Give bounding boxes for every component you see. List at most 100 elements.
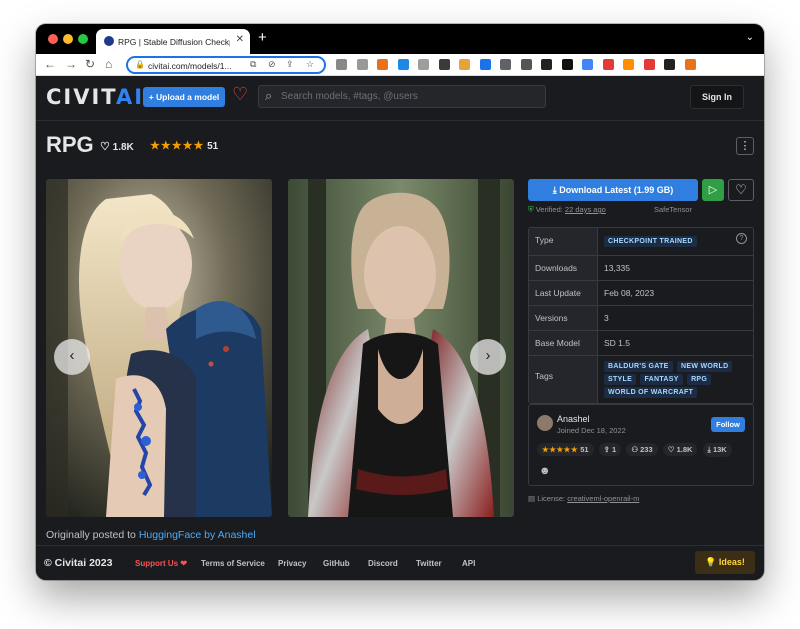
maximize-window-button[interactable]	[78, 34, 88, 44]
creator-stats: ★★★★★ 51 ⇪ 1 ⚇ 233 ♡ 1.8K ⤓ 13K	[537, 443, 735, 457]
footer-privacy-link[interactable]: Privacy	[278, 559, 306, 568]
detail-key: Base Model	[529, 331, 598, 355]
browser-extension-icon[interactable]	[623, 59, 634, 70]
verified-status: ⛨ Verified: 22 days ago SafeTensor	[528, 205, 698, 215]
verified-check-icon: ⛨	[528, 205, 534, 214]
browser-extension-icon[interactable]	[336, 59, 347, 70]
browser-extension-icon[interactable]	[541, 59, 552, 70]
browser-extension-icon[interactable]	[561, 59, 573, 70]
carousel-prev-button[interactable]: ‹	[54, 339, 90, 375]
new-tab-button[interactable]: +	[258, 29, 267, 46]
browser-extension-icon[interactable]	[520, 59, 532, 70]
help-icon[interactable]: ?	[736, 233, 747, 244]
avatar[interactable]	[537, 415, 553, 431]
license-link[interactable]: creativeml-openrail-m	[567, 494, 639, 503]
minimize-window-button[interactable]	[63, 34, 73, 44]
logo-main-text: CIVIT	[46, 85, 116, 109]
detail-row-tags: Tags BALDUR'S GATE NEW WORLD STYLE FANTA…	[529, 356, 753, 403]
eye-slash-icon[interactable]: ⊘	[268, 59, 276, 70]
browser-extension-icon[interactable]	[356, 59, 368, 70]
footer-twitter-link[interactable]: Twitter	[416, 559, 442, 568]
creator-uploads: 1	[612, 445, 617, 454]
follow-button[interactable]: Follow	[711, 417, 745, 432]
footer-github-link[interactable]: GitHub	[323, 559, 350, 568]
download-icon: ⤓	[552, 185, 557, 195]
type-badge: CHECKPOINT TRAINED	[604, 236, 697, 247]
search-input[interactable]: ⌕ Search models, #tags, @users	[258, 85, 546, 108]
browser-extension-icon[interactable]	[602, 59, 614, 70]
download-label: Download Latest (1.99 GB)	[559, 185, 674, 195]
browser-extension-icon[interactable]	[438, 59, 450, 70]
forward-arrow-icon[interactable]: →	[65, 57, 77, 71]
tag-badge[interactable]: BALDUR'S GATE	[604, 361, 673, 372]
favorite-model-button[interactable]: ♡	[728, 179, 754, 201]
browser-extension-icon[interactable]	[459, 59, 470, 70]
browser-extension-icon[interactable]	[479, 59, 491, 70]
footer-discord-link[interactable]: Discord	[368, 559, 398, 568]
model-preview-image-2[interactable]: ›	[288, 179, 514, 517]
browser-extension-icon[interactable]	[664, 59, 675, 70]
browser-extension-icon[interactable]	[418, 59, 429, 70]
footer-terms-link[interactable]: Terms of Service	[201, 559, 265, 568]
footer-support-link[interactable]: Support Us ❤	[135, 559, 187, 568]
browser-extension-icon[interactable]	[500, 59, 511, 70]
browser-toolbar: ← → ↻ ⌂ 🔒 civitai.com/models/1... ⧉ ⊘ ⇪ …	[36, 54, 764, 76]
detail-value: SD 1.5	[604, 338, 630, 348]
home-icon[interactable]: ⌂	[105, 57, 112, 71]
civitai-logo[interactable]: CIVITAI	[46, 85, 144, 109]
site-header: CIVITAI + Upload a model ♡ ⌕ Search mode…	[36, 76, 764, 121]
detail-tags-cell: BALDUR'S GATE NEW WORLD STYLE FANTASY RP…	[598, 356, 753, 403]
share-icon[interactable]: ⇪	[286, 59, 294, 70]
originally-posted-text: Originally posted to HuggingFace by Anas…	[46, 529, 256, 541]
browser-extension-icon[interactable]	[643, 59, 655, 70]
tab-close-icon[interactable]: ✕	[236, 34, 244, 45]
browser-tab-active[interactable]: RPG | Stable Diffusion Checkpo ✕	[96, 29, 250, 54]
browser-extension-icon[interactable]	[582, 59, 593, 70]
footer-api-link[interactable]: API	[462, 559, 475, 568]
download-icon: ⤓	[707, 445, 711, 454]
detail-key: Last Update	[529, 281, 598, 305]
verified-time[interactable]: 22 days ago	[565, 205, 606, 214]
browser-extension-icon[interactable]	[684, 59, 696, 70]
reload-icon[interactable]: ↻	[85, 57, 95, 71]
tab-search-chevron-icon[interactable]: ⌄	[746, 32, 754, 43]
origin-link[interactable]: HuggingFace by Anashel	[139, 529, 256, 541]
model-likes[interactable]: ♡ 1.8K	[100, 140, 134, 153]
carousel-next-button[interactable]: ›	[470, 339, 506, 375]
logo-ai-text: AI	[116, 85, 145, 109]
back-arrow-icon[interactable]: ←	[44, 57, 56, 71]
search-icon: ⌕	[265, 88, 273, 103]
tag-badge[interactable]: WORLD OF WARCRAFT	[604, 387, 698, 398]
model-preview-image-1[interactable]: ‹	[46, 179, 272, 517]
bookmark-star-icon[interactable]: ☆	[306, 59, 314, 70]
browser-extension-icon[interactable]	[397, 59, 409, 70]
creator-followers: 233	[640, 445, 653, 454]
tab-title: RPG | Stable Diffusion Checkpo	[118, 37, 230, 47]
tag-badge[interactable]: RPG	[687, 374, 712, 385]
license-info: ▤ License: creativeml-openrail-m	[528, 494, 639, 503]
detail-key: Tags	[529, 356, 598, 403]
creator-joined: Joined Dec 18, 2022	[557, 426, 626, 435]
sign-in-button[interactable]: Sign In	[690, 85, 744, 109]
creator-downloads: 13K	[712, 445, 727, 454]
run-model-button[interactable]: ▷	[702, 179, 724, 201]
tag-badge[interactable]: FANTASY	[640, 374, 683, 385]
model-rating[interactable]: ★★★★★ 51	[150, 139, 218, 152]
upload-model-button[interactable]: + Upload a model	[143, 87, 225, 107]
detail-value: 3	[604, 313, 609, 323]
tag-badge[interactable]: STYLE	[604, 374, 637, 385]
creator-name[interactable]: Anashel	[557, 414, 590, 424]
more-options-button[interactable]: ⋮	[736, 137, 754, 155]
close-window-button[interactable]	[48, 34, 58, 44]
discord-icon[interactable]: ☻	[539, 465, 551, 477]
download-latest-button[interactable]: ⤓ Download Latest (1.99 GB)	[528, 179, 698, 201]
civitai-favicon-icon	[104, 36, 114, 46]
browser-extension-icon[interactable]	[377, 59, 388, 70]
translate-icon[interactable]: ⧉	[250, 59, 256, 70]
favorites-heart-icon[interactable]: ♡	[232, 84, 248, 105]
license-label: License:	[537, 494, 566, 503]
tag-badge[interactable]: NEW WORLD	[677, 361, 733, 372]
rating-count: 51	[207, 141, 219, 152]
ideas-button[interactable]: 💡 Ideas!	[695, 551, 755, 574]
address-bar[interactable]: 🔒 civitai.com/models/1... ⧉ ⊘ ⇪ ☆	[126, 56, 326, 74]
